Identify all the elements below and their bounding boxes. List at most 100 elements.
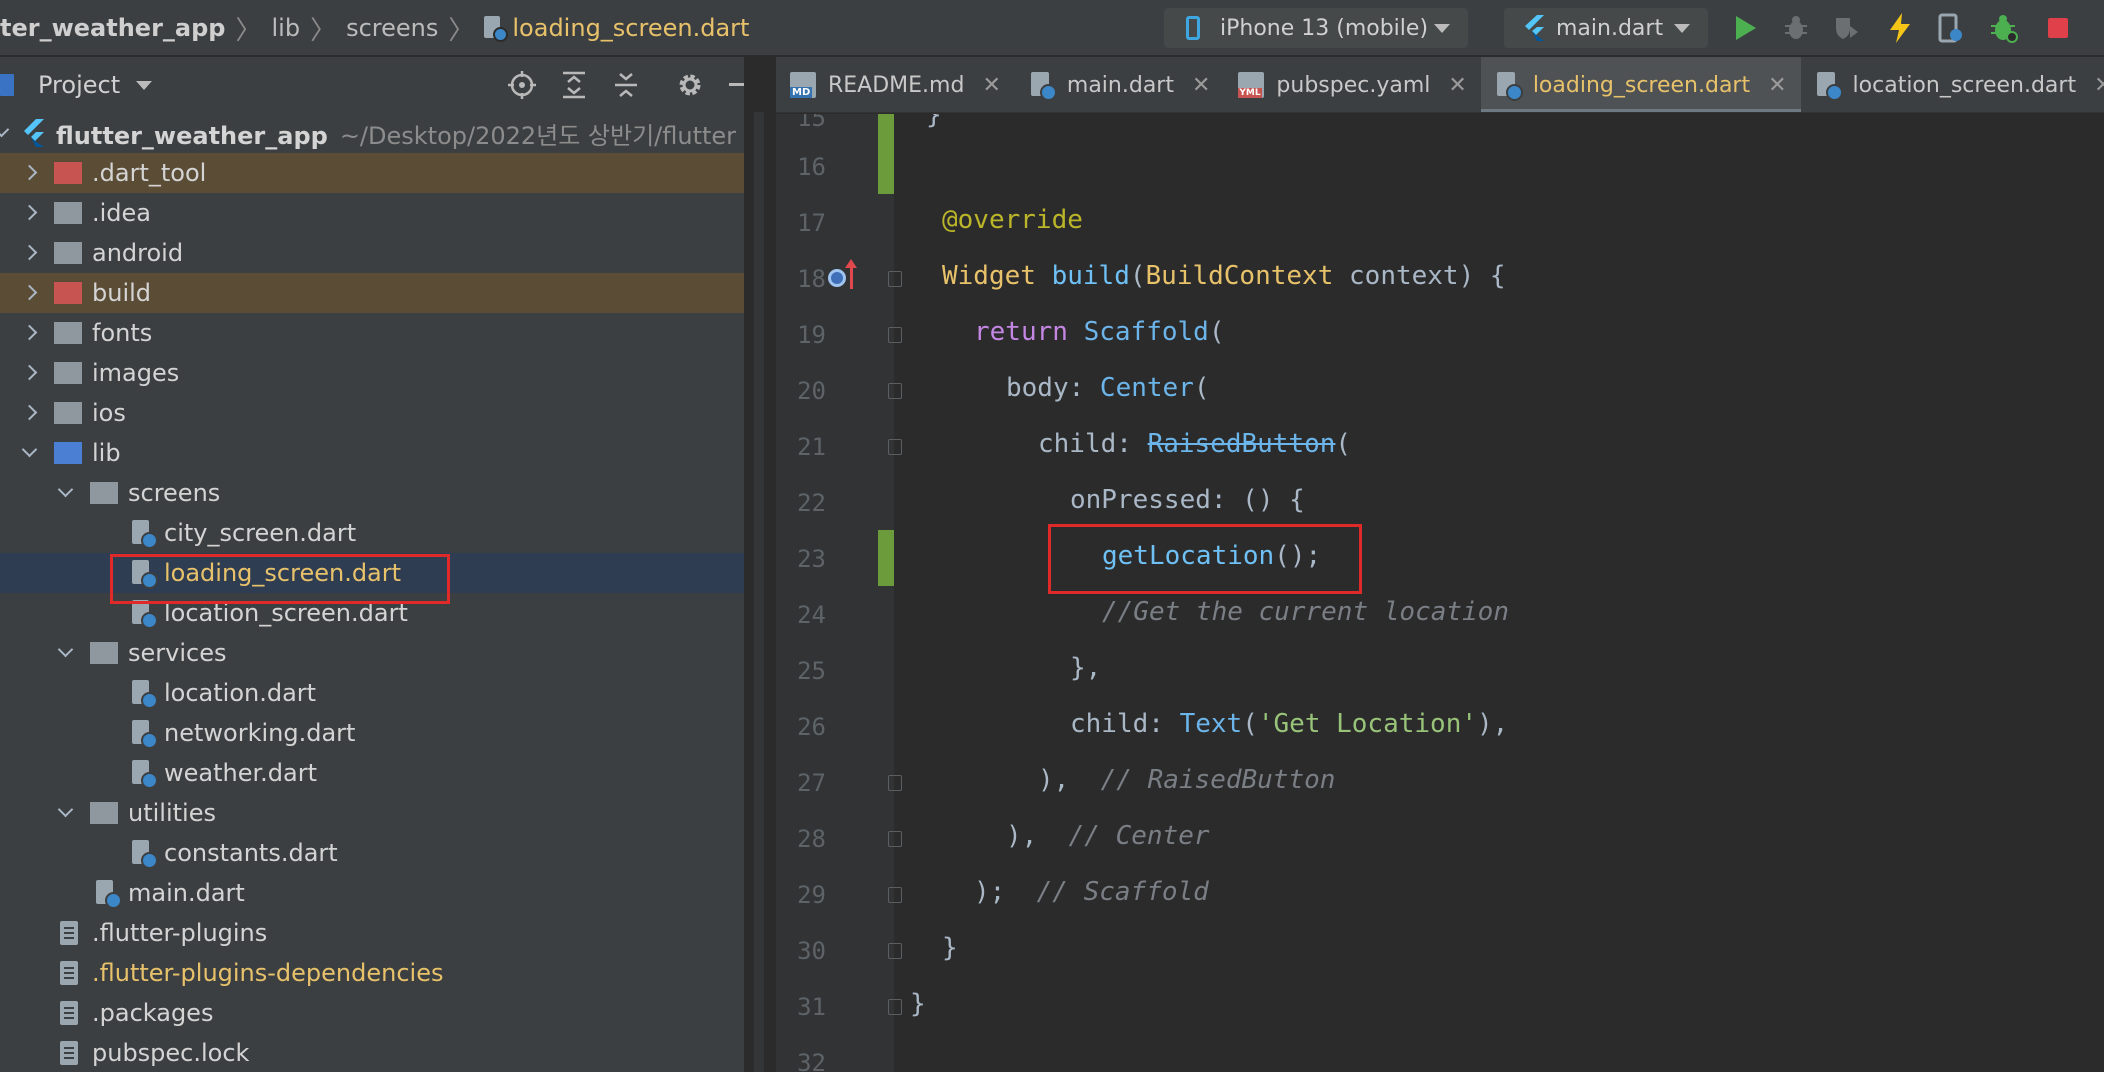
tree-root[interactable]: flutter_weather_app ~/Desktop/2022년도 상반기/… (0, 113, 744, 153)
fold-icon[interactable] (888, 943, 902, 959)
collapse-all-button[interactable] (610, 69, 642, 101)
chevron-down-icon[interactable] (58, 645, 74, 661)
tree-item-label: main.dart (128, 879, 245, 907)
code-editor[interactable]: 15 16 17 18 19 20 21 22 23 24 25 26 27 2… (776, 114, 2104, 1072)
change-marker[interactable] (878, 530, 894, 586)
tree-item-screens[interactable]: screens (0, 473, 744, 513)
tree-item-fonts[interactable]: fonts (0, 313, 744, 353)
run-configuration-selector[interactable]: main.dart (1504, 8, 1708, 48)
fold-icon[interactable] (888, 887, 902, 903)
breadcrumb-project[interactable]: ter_weather_app (0, 14, 225, 42)
stop-button[interactable] (2042, 12, 2074, 44)
hide-panel-button[interactable] (726, 69, 744, 101)
tab-loading-screen[interactable]: loading_screen.dart ✕ (1480, 57, 1801, 112)
code-token: // Scaffold (1036, 877, 1209, 907)
code-token: BuildContext (1145, 261, 1334, 291)
locate-file-button[interactable] (506, 69, 538, 101)
override-method-icon[interactable] (828, 259, 862, 295)
debug-button[interactable] (1780, 12, 1812, 44)
chevron-right-icon[interactable] (22, 205, 38, 221)
editor-tabs: README.md ✕ main.dart ✕ pubspec.yaml ✕ l… (776, 57, 2104, 113)
tree-item-utilities[interactable]: utilities (0, 793, 744, 833)
expand-all-button[interactable] (558, 69, 590, 101)
fold-icon[interactable] (888, 439, 902, 455)
chevron-down-icon[interactable] (0, 125, 10, 141)
code-token: ), (1038, 765, 1070, 795)
tree-item-images[interactable]: images (0, 353, 744, 393)
tree-item-pubspec-lock[interactable]: pubspec.lock (0, 1033, 744, 1072)
chevron-right-icon[interactable] (22, 405, 38, 421)
tab-label: location_screen.dart (1852, 72, 2077, 98)
close-icon[interactable]: ✕ (982, 73, 1000, 98)
chevron-down-icon[interactable] (22, 445, 38, 461)
tree-item-networking[interactable]: networking.dart (0, 713, 744, 753)
tab-location-screen[interactable]: location_screen.dart ✕ (1801, 57, 2104, 112)
tree-item-ios[interactable]: ios (0, 393, 744, 433)
close-icon[interactable]: ✕ (1768, 73, 1786, 98)
line-number: 31 (797, 993, 826, 1021)
tree-item-weather[interactable]: weather.dart (0, 753, 744, 793)
tree-item-android[interactable]: android (0, 233, 744, 273)
chevron-right-icon[interactable] (22, 165, 38, 181)
chevron-right-icon[interactable] (22, 365, 38, 381)
chevron-right-icon[interactable] (22, 245, 38, 261)
tree-item-main[interactable]: main.dart (0, 873, 744, 913)
code-token: build (1051, 261, 1130, 291)
breadcrumb-lib[interactable]: lib (271, 14, 300, 42)
hot-reload-button[interactable] (1884, 12, 1916, 44)
attach-debugger-button[interactable] (1988, 12, 2020, 44)
tree-item-loading-screen[interactable]: loading_screen.dart (0, 553, 744, 593)
close-icon[interactable]: ✕ (1448, 73, 1466, 98)
chevron-down-icon[interactable] (58, 485, 74, 501)
code-token: // Center (1068, 821, 1210, 851)
tab-pubspec[interactable]: pubspec.yaml ✕ (1224, 57, 1480, 112)
fold-icon[interactable] (888, 775, 902, 791)
tree-item-lib[interactable]: lib (0, 433, 744, 473)
tree-item-location-screen[interactable]: location_screen.dart (0, 593, 744, 633)
fold-icon[interactable] (888, 999, 902, 1015)
device-manager-button[interactable] (1934, 12, 1966, 44)
change-marker[interactable] (878, 114, 894, 194)
tab-main-dart[interactable]: main.dart ✕ (1015, 57, 1225, 112)
crosshair-icon (508, 71, 536, 99)
fold-icon[interactable] (888, 327, 902, 343)
breadcrumb-screens[interactable]: screens (346, 14, 438, 42)
dart-file-icon (132, 520, 158, 549)
coverage-button[interactable] (1830, 12, 1862, 44)
chevron-down-icon[interactable] (58, 805, 74, 821)
run-button[interactable] (1730, 12, 1762, 44)
tree-item-dart-tool[interactable]: .dart_tool (0, 153, 744, 193)
close-icon[interactable]: ✕ (1192, 73, 1210, 98)
tree-item-label: networking.dart (164, 719, 356, 747)
project-view-selector[interactable]: Project (38, 71, 120, 99)
code-line-31: } (910, 989, 926, 1019)
tree-item-services[interactable]: services (0, 633, 744, 673)
fold-icon[interactable] (888, 831, 902, 847)
fold-icon[interactable] (888, 271, 902, 287)
tab-readme[interactable]: README.md ✕ (776, 57, 1015, 112)
panel-scrollbar[interactable] (754, 112, 764, 1072)
tree-item-build[interactable]: build (0, 273, 744, 313)
tree-item-packages[interactable]: .packages (0, 993, 744, 1033)
device-selector[interactable]: iPhone 13 (mobile) (1164, 8, 1468, 48)
tree-item-label: .packages (92, 999, 214, 1027)
breadcrumb-current-file[interactable]: loading_screen.dart (512, 14, 749, 42)
chevron-down-icon[interactable] (136, 80, 153, 90)
device-label: iPhone 13 (mobile) (1220, 15, 1429, 41)
chevron-right-icon[interactable] (22, 325, 38, 341)
fold-icon[interactable] (888, 383, 902, 399)
tree-item-city-screen[interactable]: city_screen.dart (0, 513, 744, 553)
tree-item-constants[interactable]: constants.dart (0, 833, 744, 873)
close-icon[interactable]: ✕ (2094, 73, 2104, 98)
chevron-right-icon[interactable] (22, 285, 38, 301)
settings-button[interactable] (674, 69, 706, 101)
dart-file-icon (132, 600, 158, 629)
green-bug-icon (1991, 15, 2018, 43)
tree-item-flutter-plugins-dependencies[interactable]: .flutter-plugins-dependencies (0, 953, 744, 993)
code-token: //Get the current location (1102, 597, 1509, 627)
line-number: 15 (797, 114, 826, 132)
tree-item-flutter-plugins[interactable]: .flutter-plugins (0, 913, 744, 953)
tree-item-location[interactable]: location.dart (0, 673, 744, 713)
project-view-icon (0, 74, 14, 96)
tree-item-idea[interactable]: .idea (0, 193, 744, 233)
